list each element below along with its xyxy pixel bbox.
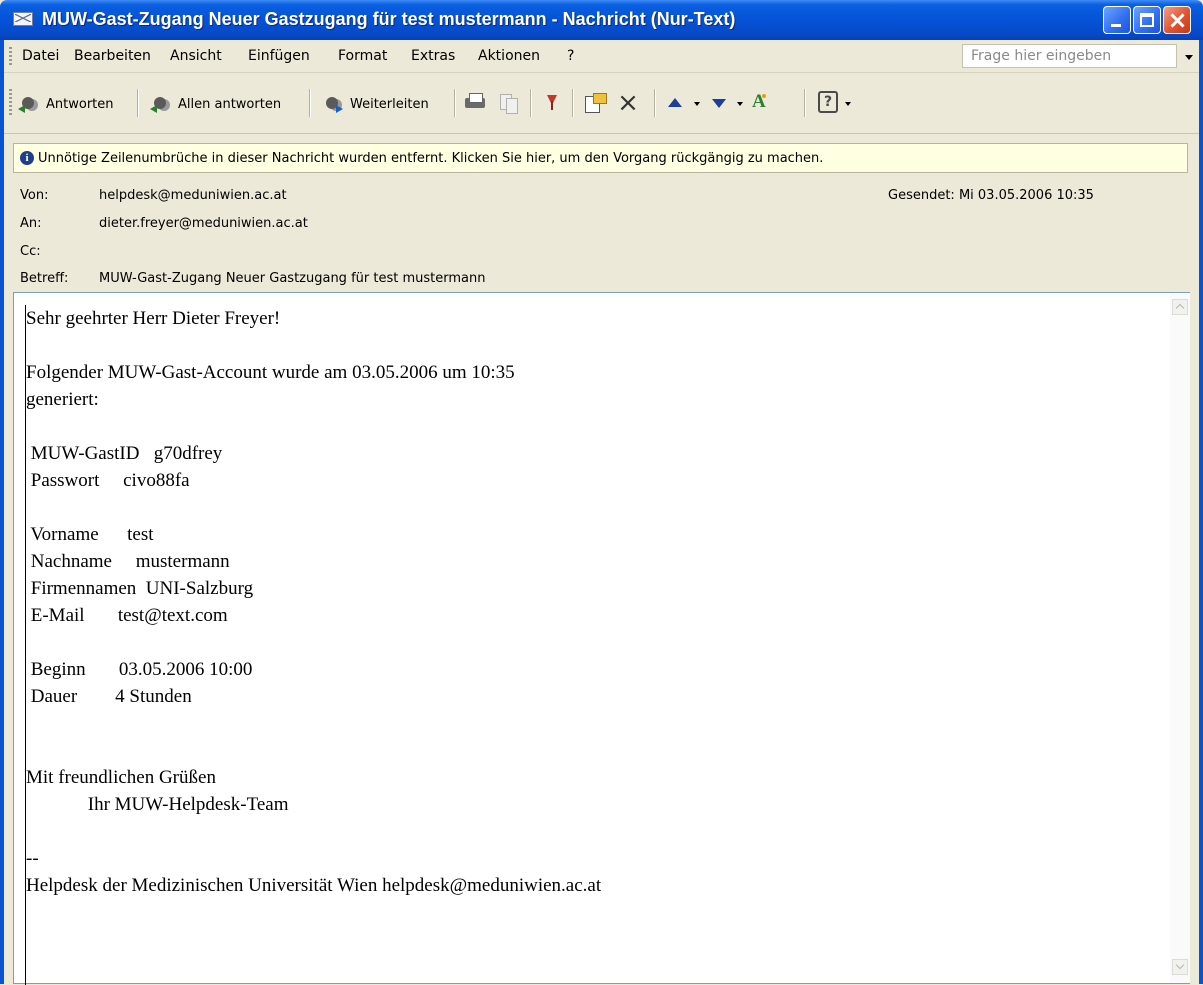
menu-bearbeiten[interactable]: Bearbeiten [74, 48, 151, 64]
menu-format[interactable]: Format [338, 48, 387, 64]
body-line [26, 710, 1146, 737]
body-line: Firmennamen UNI-Salzburg [26, 578, 254, 599]
body-line: Ihr MUW-Helpdesk-Team [26, 794, 289, 815]
body-line: E-Mail test@text.com [26, 605, 228, 626]
help-icon[interactable]: ? [818, 91, 838, 113]
scroll-down-icon[interactable] [1172, 959, 1188, 975]
menu-aktionen[interactable]: Aktionen [478, 48, 540, 64]
window-title: MUW-Gast-Zugang Neuer Gastzugang für tes… [42, 9, 736, 29]
reply-all-button[interactable]: Allen antworten [150, 93, 281, 115]
info-bar[interactable]: i Unnötige Zeilenumbrüche in dieser Nach… [13, 143, 1188, 173]
reply-icon [18, 95, 42, 113]
vertical-scrollbar[interactable] [1170, 293, 1190, 983]
window-left-border [0, 40, 4, 984]
message-body-text[interactable]: Sehr geehrter Herr Dieter Freyer! Folgend… [26, 305, 1146, 899]
toolbar-separator [572, 89, 573, 117]
address-book-icon[interactable] [748, 91, 772, 115]
flag-icon[interactable] [539, 91, 563, 115]
body-line: Passwort civo88fa [26, 470, 190, 491]
forward-label: Weiterleiten [350, 96, 429, 112]
toolbar-separator [654, 89, 655, 117]
toolbar-separator [454, 89, 455, 117]
body-line [26, 737, 1146, 764]
ask-question-input[interactable]: Frage hier eingeben [962, 44, 1177, 68]
previous-item-icon[interactable] [664, 91, 688, 115]
body-line [26, 332, 1146, 359]
menu-grip[interactable] [9, 47, 12, 67]
print-icon[interactable] [463, 91, 487, 115]
body-line: generiert: [26, 389, 99, 410]
delete-icon[interactable]: × [616, 90, 640, 116]
scroll-up-icon[interactable] [1172, 299, 1188, 315]
body-line [26, 413, 1146, 440]
body-line: Vorname test [26, 524, 154, 545]
toolbar-separator [137, 89, 138, 117]
body-line: Helpdesk der Medizinischen Universität W… [26, 875, 602, 896]
envelope-icon [13, 12, 33, 26]
toolbar-separator [309, 89, 310, 117]
sent-date: Gesendet: Mi 03.05.2006 10:35 [888, 188, 1094, 203]
info-icon: i [20, 151, 34, 165]
subject-label: Betreff: [20, 271, 69, 286]
menu-datei[interactable]: Datei [22, 48, 59, 64]
minimize-button[interactable] [1103, 6, 1131, 34]
forward-icon [322, 95, 346, 113]
cc-label: Cc: [20, 244, 41, 259]
body-line: Folgender MUW-Gast-Account wurde am 03.0… [26, 362, 515, 383]
menu-bar: Datei Bearbeiten Ansicht Einfügen Format… [0, 40, 1203, 73]
menu-einfuegen[interactable]: Einfügen [248, 48, 310, 64]
toolbar-separator [804, 89, 805, 117]
reply-button[interactable]: Antworten [18, 93, 114, 115]
body-line: -- [26, 848, 39, 869]
toolbar-grip[interactable] [9, 89, 12, 115]
menu-ansicht[interactable]: Ansicht [170, 48, 222, 64]
info-bar-text: Unnötige Zeilenumbrüche in dieser Nachri… [38, 150, 824, 166]
body-line: Mit freundlichen Grüßen [26, 767, 216, 788]
from-value[interactable]: helpdesk@meduniwien.ac.at [99, 188, 287, 203]
next-item-icon[interactable] [708, 91, 732, 115]
menu-help[interactable]: ? [567, 48, 574, 64]
forward-button[interactable]: Weiterleiten [322, 93, 429, 115]
body-line [26, 818, 1146, 845]
body-line: Nachname mustermann [26, 551, 230, 572]
menu-extras[interactable]: Extras [411, 48, 455, 64]
help-dropdown-icon[interactable] [845, 102, 851, 106]
ask-dropdown-icon[interactable] [1185, 55, 1193, 60]
body-line [26, 629, 1146, 656]
title-bar[interactable]: MUW-Gast-Zugang Neuer Gastzugang für tes… [0, 0, 1203, 40]
to-label: An: [20, 216, 42, 231]
message-window: MUW-Gast-Zugang Neuer Gastzugang für tes… [0, 0, 1203, 985]
reply-all-icon [150, 95, 174, 113]
body-line [26, 494, 1146, 521]
move-to-folder-icon[interactable] [583, 91, 607, 115]
body-line: Sehr geehrter Herr Dieter Freyer! [26, 308, 281, 329]
window-right-border [1199, 40, 1203, 984]
reply-label: Antworten [46, 96, 114, 112]
toolbar-separator [530, 89, 531, 117]
copy-icon[interactable] [496, 91, 520, 115]
close-button[interactable] [1163, 6, 1191, 34]
body-line: Dauer 4 Stunden [26, 686, 192, 707]
subject-value: MUW-Gast-Zugang Neuer Gastzugang für tes… [99, 271, 486, 286]
next-dropdown-icon[interactable] [737, 102, 743, 106]
to-value[interactable]: dieter.freyer@meduniwien.ac.at [99, 216, 308, 231]
body-line: MUW-GastID g70dfrey [26, 443, 223, 464]
body-line: Beginn 03.05.2006 10:00 [26, 659, 253, 680]
reply-all-label: Allen antworten [178, 96, 282, 112]
from-label: Von: [20, 188, 49, 203]
maximize-button[interactable] [1133, 6, 1161, 34]
toolbar: Antworten Allen antworten Weiterleiten ×… [0, 73, 1203, 134]
message-body[interactable]: Sehr geehrter Herr Dieter Freyer! Folgend… [13, 292, 1190, 985]
previous-dropdown-icon[interactable] [694, 102, 700, 106]
